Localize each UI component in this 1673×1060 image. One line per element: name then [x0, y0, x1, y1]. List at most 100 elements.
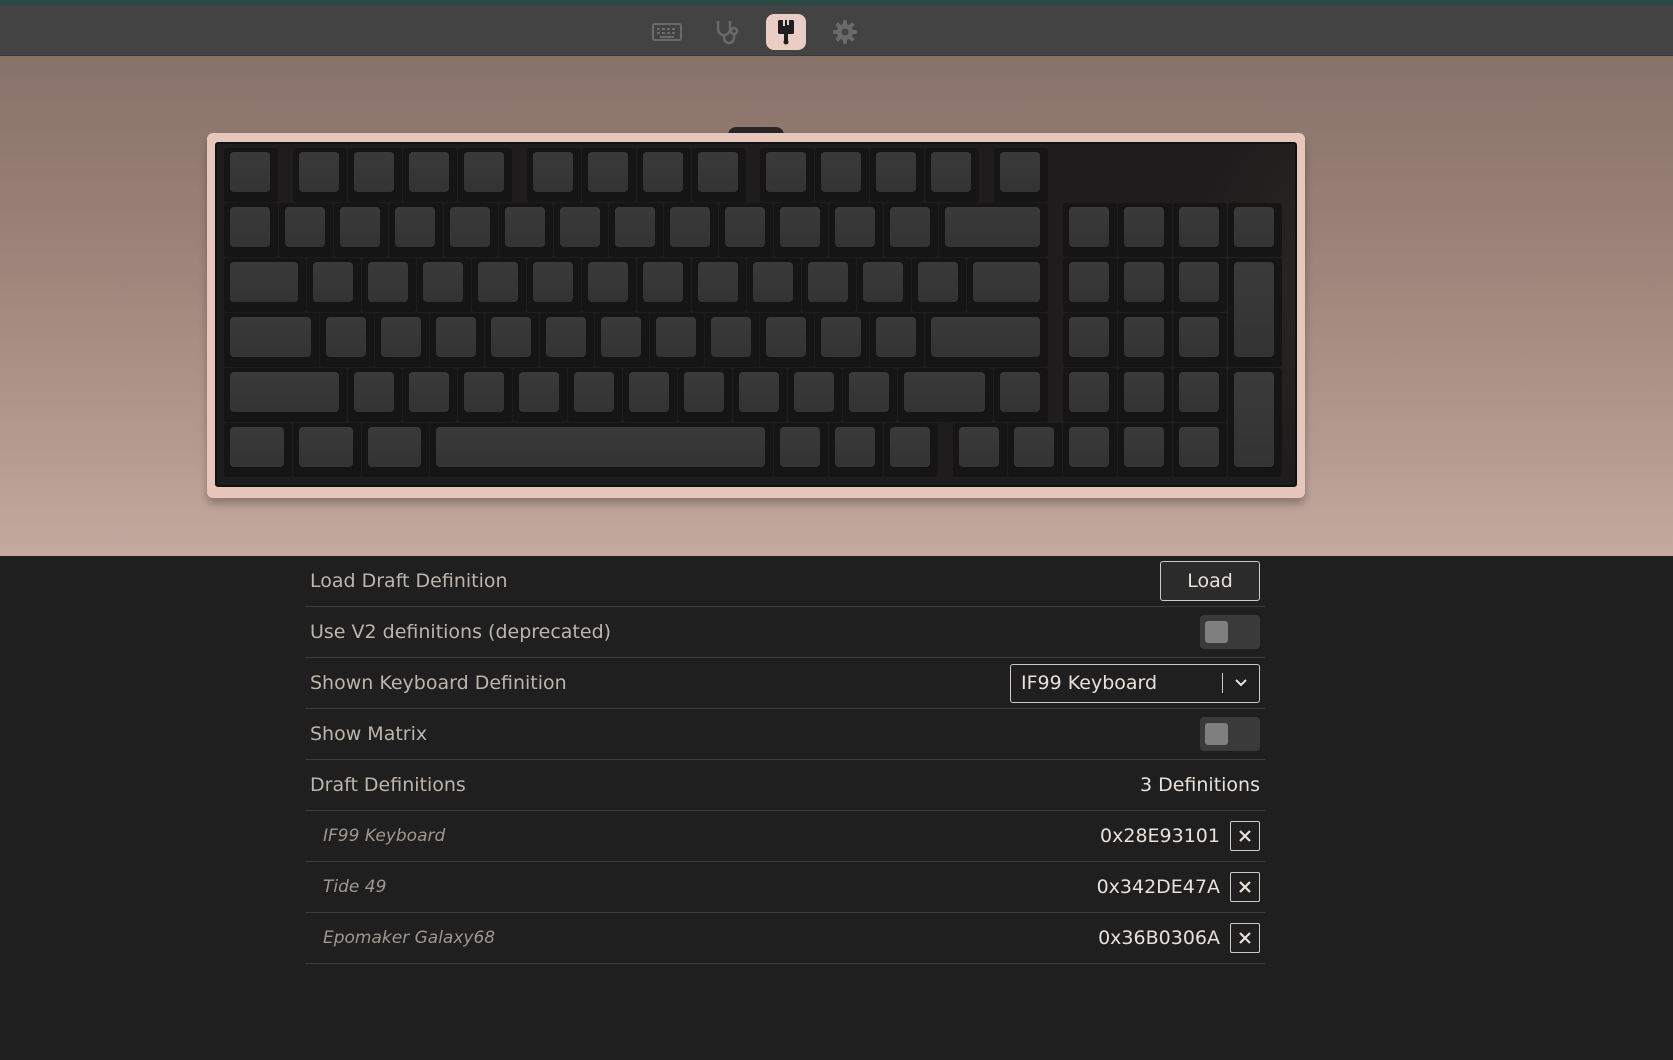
- show-matrix-toggle[interactable]: [1200, 717, 1260, 751]
- keycap[interactable]: [870, 148, 925, 202]
- keycap[interactable]: [526, 258, 581, 312]
- keycap[interactable]: [416, 258, 471, 312]
- keycap[interactable]: [609, 203, 663, 257]
- keycap[interactable]: [815, 148, 870, 202]
- keycap[interactable]: [1062, 258, 1117, 312]
- keycap[interactable]: [1227, 368, 1282, 477]
- keycap[interactable]: [279, 203, 333, 257]
- keycap[interactable]: [306, 258, 361, 312]
- keycap[interactable]: [677, 368, 732, 422]
- keycap[interactable]: [224, 313, 320, 367]
- keycap[interactable]: [636, 148, 691, 202]
- v2-definitions-toggle[interactable]: [1200, 615, 1260, 649]
- delete-definition-button[interactable]: [1230, 923, 1260, 953]
- keycap[interactable]: [746, 258, 801, 312]
- nav-configure-button[interactable]: [647, 14, 687, 50]
- keycap[interactable]: [389, 203, 443, 257]
- keycap[interactable]: [361, 423, 430, 477]
- keycap[interactable]: [1117, 313, 1172, 367]
- keycap[interactable]: [636, 258, 691, 312]
- keycap[interactable]: [1172, 313, 1227, 367]
- keycap[interactable]: [829, 423, 883, 477]
- keycap[interactable]: [1172, 423, 1227, 477]
- keycap[interactable]: [1117, 368, 1172, 422]
- keycap[interactable]: [691, 258, 746, 312]
- keycap[interactable]: [774, 203, 828, 257]
- keycap[interactable]: [334, 203, 388, 257]
- keycap[interactable]: [842, 368, 897, 422]
- keycap[interactable]: [512, 368, 567, 422]
- nav-design-button[interactable]: [766, 14, 806, 50]
- keycap[interactable]: [224, 258, 306, 312]
- keycap[interactable]: [402, 368, 457, 422]
- chevron-down-icon[interactable]: [1223, 664, 1259, 703]
- delete-definition-button[interactable]: [1230, 872, 1260, 902]
- keycap[interactable]: [994, 368, 1048, 422]
- keycap[interactable]: [925, 313, 1048, 367]
- keycap[interactable]: [1172, 258, 1227, 312]
- keycap[interactable]: [1007, 423, 1062, 477]
- keycap[interactable]: [884, 203, 938, 257]
- keycap[interactable]: [581, 258, 636, 312]
- load-button[interactable]: Load: [1160, 561, 1260, 601]
- keycap[interactable]: [897, 368, 993, 422]
- keycap[interactable]: [829, 203, 883, 257]
- keycap[interactable]: [224, 148, 278, 202]
- keycap[interactable]: [1117, 423, 1172, 477]
- keycap[interactable]: [457, 148, 512, 202]
- keycap[interactable]: [320, 313, 375, 367]
- keycap[interactable]: [224, 368, 347, 422]
- keycap[interactable]: [224, 423, 292, 477]
- keycap[interactable]: [485, 313, 540, 367]
- keycap[interactable]: [815, 313, 870, 367]
- nav-settings-button[interactable]: [825, 14, 865, 50]
- keycap[interactable]: [540, 313, 595, 367]
- keycap[interactable]: [1227, 258, 1282, 367]
- keycap[interactable]: [719, 203, 773, 257]
- keycap[interactable]: [347, 148, 402, 202]
- keycap[interactable]: [994, 148, 1048, 202]
- keycap[interactable]: [856, 258, 911, 312]
- keycap[interactable]: [884, 423, 938, 477]
- keycap[interactable]: [774, 423, 828, 477]
- keycap[interactable]: [361, 258, 416, 312]
- nav-test-button[interactable]: [706, 14, 746, 50]
- keycap[interactable]: [595, 313, 650, 367]
- keycap[interactable]: [581, 148, 636, 202]
- keycap[interactable]: [911, 258, 966, 312]
- keycap[interactable]: [347, 368, 402, 422]
- keycap[interactable]: [732, 368, 787, 422]
- delete-definition-button[interactable]: [1230, 821, 1260, 851]
- keycap[interactable]: [1062, 313, 1117, 367]
- keycap[interactable]: [567, 368, 622, 422]
- keycap[interactable]: [1117, 258, 1172, 312]
- keycap[interactable]: [939, 203, 1048, 257]
- keycap[interactable]: [1172, 203, 1227, 257]
- keycap[interactable]: [430, 423, 773, 477]
- keycap[interactable]: [1117, 203, 1172, 257]
- keycap[interactable]: [622, 368, 677, 422]
- keycap[interactable]: [705, 313, 760, 367]
- keycap[interactable]: [375, 313, 430, 367]
- keycap[interactable]: [952, 423, 1007, 477]
- keycap[interactable]: [650, 313, 705, 367]
- keycap[interactable]: [691, 148, 746, 202]
- keycap[interactable]: [870, 313, 925, 367]
- keycap[interactable]: [1062, 203, 1117, 257]
- keycap[interactable]: [925, 148, 980, 202]
- keycap[interactable]: [292, 148, 347, 202]
- keycap[interactable]: [760, 148, 815, 202]
- keycap[interactable]: [457, 368, 512, 422]
- keycap[interactable]: [471, 258, 526, 312]
- keycap[interactable]: [801, 258, 856, 312]
- keycap[interactable]: [1062, 423, 1117, 477]
- keycap[interactable]: [1172, 368, 1227, 422]
- keycap[interactable]: [430, 313, 485, 367]
- keycap[interactable]: [787, 368, 842, 422]
- keycap[interactable]: [664, 203, 718, 257]
- keycap[interactable]: [760, 313, 815, 367]
- keycap[interactable]: [444, 203, 498, 257]
- shown-definition-select[interactable]: IF99 Keyboard: [1010, 663, 1260, 703]
- keycap[interactable]: [1062, 368, 1117, 422]
- keycap[interactable]: [499, 203, 553, 257]
